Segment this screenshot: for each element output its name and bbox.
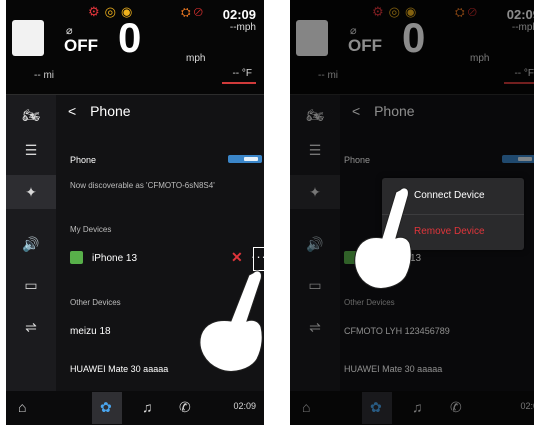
discoverable-text: Now discoverable as 'CFMOTO-6sN8S4' xyxy=(70,181,215,190)
temperature: -- °F xyxy=(232,68,252,79)
engine-warning-icons: ⛭⊘ xyxy=(181,5,206,19)
page-title: Phone xyxy=(90,103,131,119)
dashboard-icon[interactable]: ☰ xyxy=(6,142,56,159)
temperature-bar xyxy=(222,82,256,84)
pointing-hand-icon xyxy=(354,187,412,289)
display-icon[interactable]: ▭ xyxy=(6,277,56,294)
sidebar: 🏍 ☰ ✦ 🔊 ▭ ⇌ xyxy=(6,95,56,425)
left-screen: ⚙◎◉ ⛭⊘ 02:09 --mph ⌀ OFF 0 mph -- mi -- … xyxy=(6,0,264,425)
other-devices-label: Other Devices xyxy=(70,298,121,307)
page-header[interactable]: < Phone xyxy=(68,103,131,119)
my-devices-label: My Devices xyxy=(70,225,112,234)
bluetooth-icon[interactable]: ✦ xyxy=(6,175,56,209)
bluetooth-label: Phone xyxy=(70,155,97,165)
music-icon[interactable]: ♫ xyxy=(142,399,153,415)
clock: 02:09 xyxy=(222,7,256,22)
back-icon[interactable]: < xyxy=(68,103,76,119)
right-screen: ⚙◎◉ ⛭⊘ 02:09 --mph ⌀ OFF 0 mph -- mi -- … xyxy=(290,0,534,425)
home-icon[interactable]: ⌂ xyxy=(18,399,26,415)
remove-icon[interactable]: ✕ xyxy=(231,249,243,266)
other-device-1[interactable]: meizu 18 xyxy=(70,326,111,337)
nav-clock: 02:09 xyxy=(233,401,256,411)
bluetooth-toggle[interactable] xyxy=(228,155,262,163)
volume-icon[interactable]: 🔊 xyxy=(6,236,56,253)
device-name[interactable]: iPhone 13 xyxy=(92,253,137,264)
avatar xyxy=(12,20,44,56)
phone-device-icon xyxy=(70,251,83,264)
speed-unit: mph xyxy=(186,53,206,64)
power-state: OFF xyxy=(64,36,98,55)
top-speed-unit: --mph xyxy=(229,22,256,33)
odometer: -- mi xyxy=(34,70,54,81)
settings-gear-icon[interactable]: ✿ xyxy=(100,399,112,416)
speed-readout: 0 xyxy=(118,14,142,61)
settings-sliders-icon[interactable]: ⇌ xyxy=(6,319,56,336)
other-device-2[interactable]: HUAWEI Mate 30 aaaaa xyxy=(70,364,168,374)
motorcycle-icon[interactable]: 🏍 xyxy=(6,107,56,124)
phone-icon[interactable]: ✆ xyxy=(179,399,191,416)
pointing-hand-icon xyxy=(199,270,263,372)
instrument-cluster: ⚙◎◉ ⛭⊘ 02:09 --mph ⌀ OFF 0 mph -- mi -- … xyxy=(6,0,264,95)
bottom-nav: ⌂ ✿ ♫ ✆ 02:09 xyxy=(6,391,264,425)
